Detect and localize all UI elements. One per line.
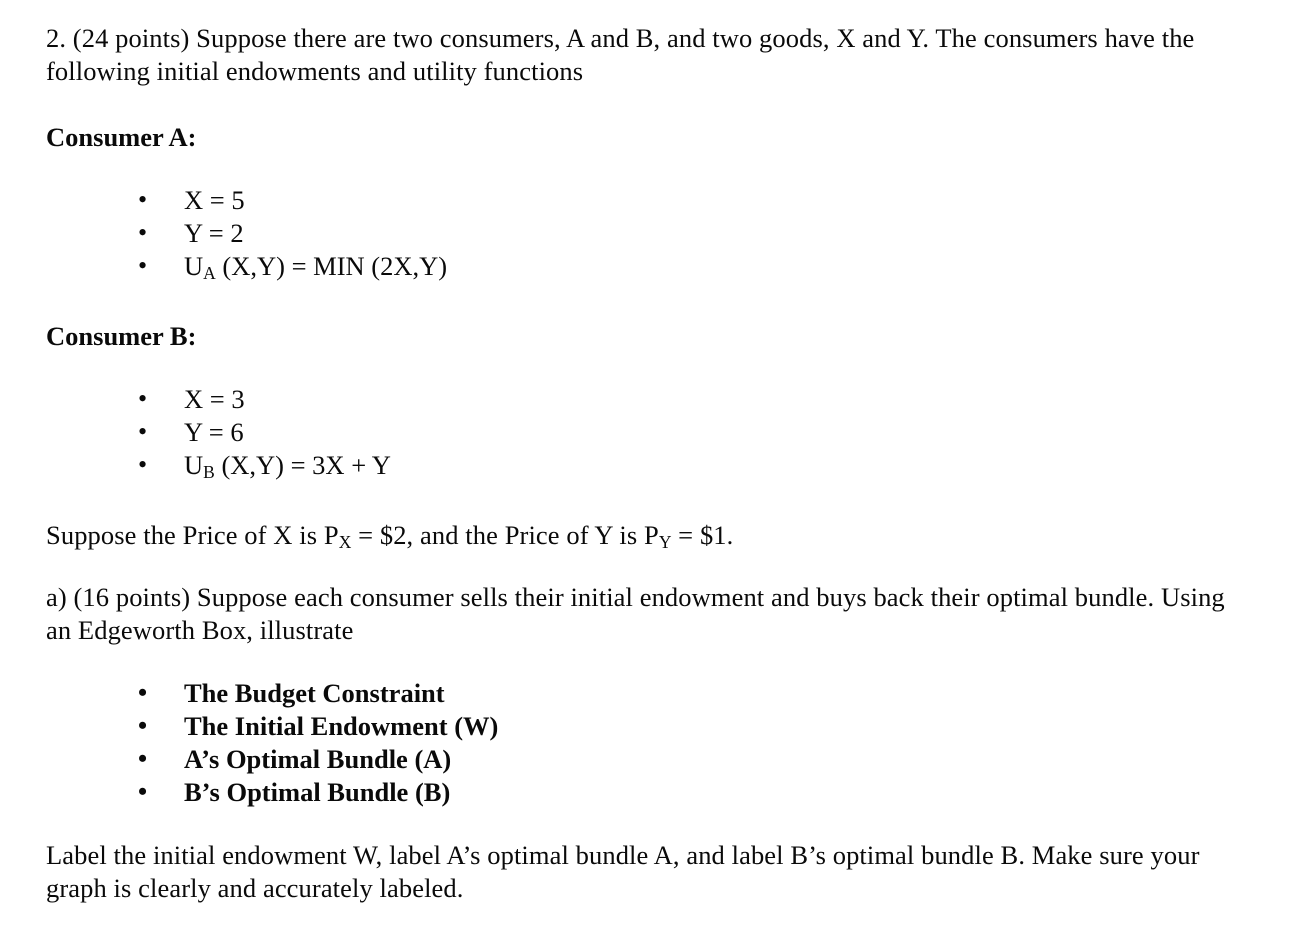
list-item: Y = 6 [46, 415, 1242, 449]
part-a-line-1: a) (16 points) Suppose each consumer sel… [46, 581, 1155, 612]
utility-expression: (X,Y) = 3X + Y [214, 449, 391, 480]
closing-line-1: Label the initial endowment W, label A’s… [46, 839, 1144, 870]
list-item: UB (X,Y) = 3X + Y [46, 448, 1242, 489]
document-page: 2. (24 points) Suppose there are two con… [0, 0, 1290, 950]
consumer-a-heading: Consumer A: [46, 122, 197, 152]
intro-line-1: 2. (24 points) Suppose there are two con… [46, 23, 1155, 53]
utility-symbol: U [184, 449, 204, 480]
bullet-text: Y = 6 [184, 416, 244, 447]
closing-paragraph: Label the initial endowment W, label A’s… [46, 839, 1242, 905]
bullet-text: X = 5 [184, 185, 245, 215]
intro-paragraph: 2. (24 points) Suppose there are two con… [46, 22, 1242, 88]
requirement-label: The Budget Constraint [184, 677, 445, 708]
consumer-a-bullet-list: X = 5 Y = 2 UA (X,Y) = MIN (2X,Y) [46, 183, 1242, 290]
list-item: UA (X,Y) = MIN (2X,Y) [46, 249, 1242, 290]
list-item: The Budget Constraint [46, 676, 1242, 710]
part-a-paragraph: a) (16 points) Suppose each consumer sel… [46, 581, 1242, 647]
price-y-subscript: Y [658, 531, 672, 552]
utility-function-b: UB (X,Y) = 3X + Y [184, 449, 391, 482]
list-item: X = 3 [46, 382, 1242, 416]
list-item: B’s Optimal Bundle (B) [46, 775, 1242, 809]
prices-tail: = $1. [671, 519, 734, 550]
utility-subscript: B [203, 461, 215, 482]
bullet-text: Y = 2 [184, 218, 244, 248]
utility-symbol: U [184, 251, 204, 281]
list-item: A’s Optimal Bundle (A) [46, 742, 1242, 776]
list-item: The Initial Endowment (W) [46, 709, 1242, 743]
list-item: Y = 2 [46, 216, 1242, 250]
prices-paragraph: Suppose the Price of X is PX = $2, and t… [46, 519, 1242, 559]
requirement-label: The Initial Endowment (W) [184, 710, 499, 741]
requirements-list: The Budget Constraint The Initial Endowm… [46, 676, 1242, 809]
prices-lead: Suppose the Price of X is P [46, 519, 339, 550]
consumer-b-bullet-list: X = 3 Y = 6 UB (X,Y) = 3X + Y [46, 382, 1242, 489]
requirement-label: A’s Optimal Bundle (A) [184, 743, 452, 774]
utility-expression: (X,Y) = MIN (2X,Y) [215, 251, 448, 281]
utility-function-a: UA (X,Y) = MIN (2X,Y) [184, 251, 448, 283]
price-x-subscript: X [338, 531, 352, 552]
utility-subscript: A [203, 262, 216, 283]
prices-mid: = $2, and the Price of Y is P [351, 519, 659, 550]
list-item: X = 5 [46, 183, 1242, 217]
consumer-b-heading: Consumer B: [46, 320, 197, 351]
bullet-text: X = 3 [184, 383, 245, 414]
requirement-label: B’s Optimal Bundle (B) [184, 776, 451, 807]
